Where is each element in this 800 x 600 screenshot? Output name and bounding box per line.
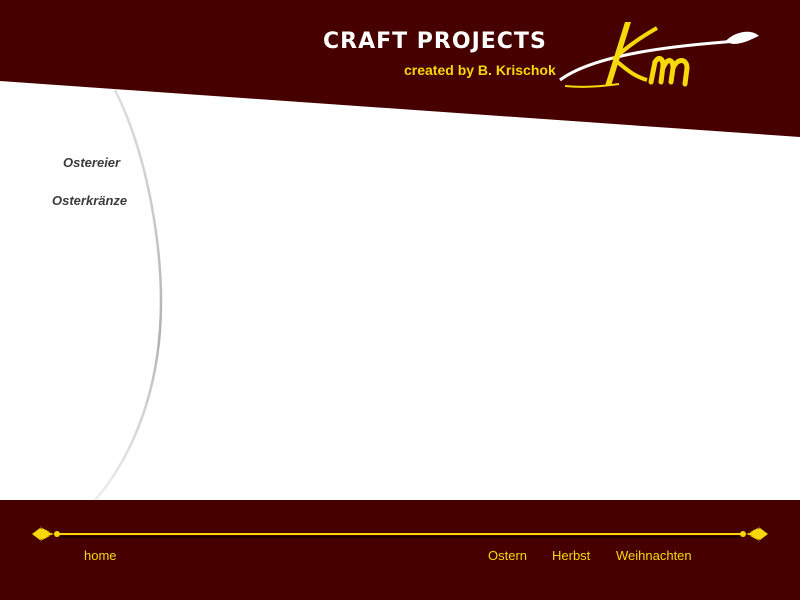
site-title: CRAFT PROJECTS: [323, 29, 547, 54]
decorative-curve: [94, 89, 163, 501]
footer-link-herbst[interactable]: Herbst: [552, 548, 590, 564]
footer-link-weihnachten[interactable]: Weihnachten: [616, 548, 692, 564]
sidebar-item-osterkraenze[interactable]: Osterkränze: [52, 193, 127, 209]
footer: home Ostern Herbst Weihnachten: [0, 500, 800, 600]
footer-link-ostern[interactable]: Ostern: [488, 548, 527, 564]
sidebar-item-ostereier[interactable]: Ostereier: [63, 155, 120, 171]
km-logo[interactable]: [555, 14, 765, 94]
footer-home-link[interactable]: home: [84, 548, 117, 564]
site-subtitle: created by B. Krischok: [404, 62, 556, 78]
